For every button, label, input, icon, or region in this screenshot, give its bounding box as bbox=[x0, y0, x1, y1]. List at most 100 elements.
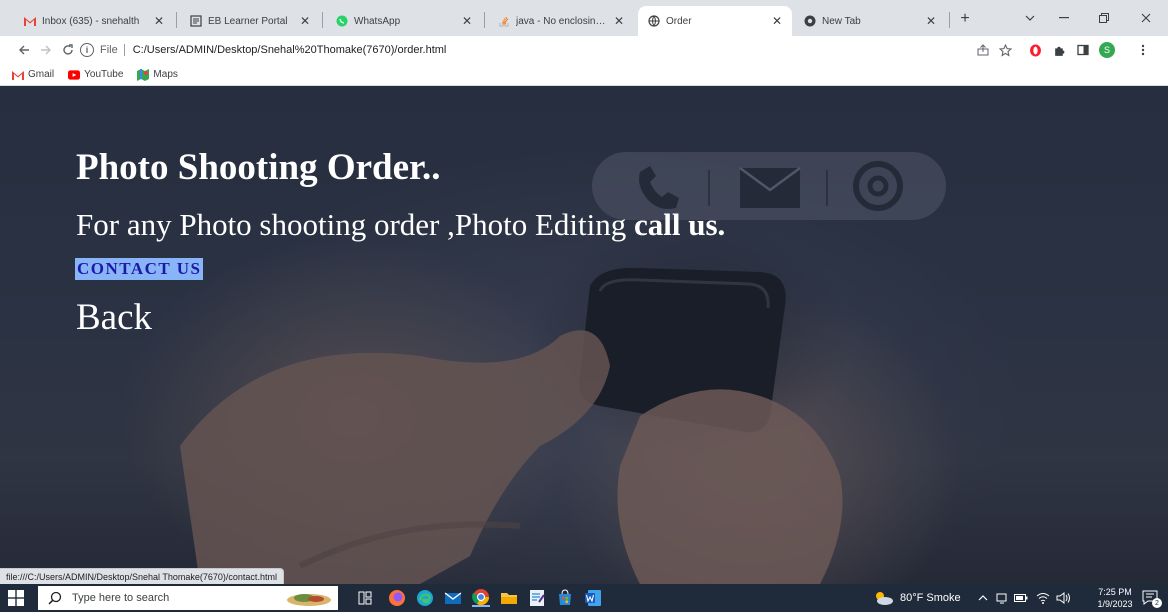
bookmark-star-button[interactable] bbox=[996, 41, 1014, 59]
bookmarks-bar: Gmail YouTube Maps bbox=[0, 64, 1168, 86]
tab-inbox[interactable]: Inbox (635) - snehalth ✕ bbox=[14, 6, 174, 36]
subtitle-emphasis: call us. bbox=[634, 207, 726, 242]
arrow-left-icon bbox=[19, 45, 29, 55]
kebab-menu-icon bbox=[1141, 44, 1145, 56]
page-viewport: Photo Shooting Order.. For any Photo sho… bbox=[0, 86, 1168, 584]
tab-label: java - No enclosing in bbox=[516, 15, 608, 27]
puzzle-icon bbox=[1054, 46, 1064, 56]
close-icon[interactable]: ✕ bbox=[460, 14, 474, 28]
tab-label: WhatsApp bbox=[354, 15, 401, 27]
tab-strip: Inbox (635) - snehalth ✕ EB Learner Port… bbox=[0, 0, 1168, 36]
address-divider bbox=[123, 44, 125, 56]
action-center-button[interactable]: 2 bbox=[1142, 584, 1162, 612]
chrome-icon bbox=[804, 15, 816, 27]
tray-wifi[interactable] bbox=[1036, 584, 1050, 612]
tab-divider bbox=[949, 12, 950, 28]
taskbar-edge[interactable] bbox=[416, 589, 434, 607]
forward-button[interactable] bbox=[36, 40, 56, 60]
back-link[interactable]: Back bbox=[76, 296, 152, 339]
tab-divider bbox=[322, 12, 323, 28]
side-panel-icon bbox=[1077, 44, 1089, 56]
show-hidden-icons-button[interactable] bbox=[978, 584, 988, 612]
close-icon[interactable]: ✕ bbox=[612, 14, 626, 28]
gmail-icon bbox=[24, 15, 36, 27]
close-icon[interactable]: ✕ bbox=[298, 14, 312, 28]
minimize-button[interactable] bbox=[1050, 8, 1078, 28]
task-view-button[interactable] bbox=[356, 589, 374, 607]
chevron-down-icon bbox=[1025, 15, 1035, 21]
window-close-button[interactable] bbox=[1132, 8, 1160, 28]
bookmark-label: Gmail bbox=[28, 69, 55, 80]
close-icon[interactable]: ✕ bbox=[770, 14, 784, 28]
word-icon bbox=[585, 590, 601, 606]
tab-search-button[interactable] bbox=[1016, 8, 1044, 28]
taskbar-file-explorer[interactable] bbox=[500, 589, 518, 607]
tray-volume[interactable] bbox=[1056, 584, 1072, 612]
bookmark-maps[interactable]: Maps bbox=[137, 68, 178, 81]
maps-icon bbox=[137, 68, 150, 81]
bookmark-youtube[interactable]: YouTube bbox=[68, 69, 123, 80]
site-scheme-label: File bbox=[100, 44, 118, 56]
tray-battery[interactable] bbox=[1014, 584, 1028, 612]
minimize-icon bbox=[1059, 17, 1069, 19]
task-view-icon bbox=[358, 591, 372, 605]
taskbar-clock[interactable]: 7:25 PM 1/9/2023 bbox=[1093, 586, 1137, 610]
share-button[interactable] bbox=[974, 41, 992, 59]
portal-icon bbox=[190, 15, 202, 27]
taskbar-chrome[interactable] bbox=[472, 589, 490, 607]
tab-learner-portal[interactable]: EB Learner Portal ✕ bbox=[180, 6, 320, 36]
tab-label: New Tab bbox=[822, 15, 861, 27]
share-icon bbox=[977, 44, 989, 56]
extensions-button[interactable] bbox=[1050, 41, 1068, 59]
tab-label: EB Learner Portal bbox=[208, 15, 288, 27]
tray-meet-now[interactable] bbox=[996, 584, 1008, 612]
star-icon bbox=[998, 43, 1012, 57]
new-tab-button[interactable]: + bbox=[956, 10, 974, 28]
menu-button[interactable] bbox=[1134, 41, 1152, 59]
taskbar-mail[interactable] bbox=[444, 589, 462, 607]
back-button[interactable] bbox=[14, 40, 34, 60]
battery-icon bbox=[1014, 594, 1028, 602]
close-icon bbox=[1141, 13, 1151, 23]
close-icon[interactable]: ✕ bbox=[924, 14, 938, 28]
windows-start-icon[interactable] bbox=[8, 590, 24, 606]
info-icon[interactable]: i bbox=[80, 43, 94, 57]
status-bar-url: file:///C:/Users/ADMIN/Desktop/Snehal Th… bbox=[0, 568, 284, 584]
search-highlight-icon bbox=[287, 594, 331, 606]
taskbar-store[interactable] bbox=[556, 589, 574, 607]
restore-button[interactable] bbox=[1090, 8, 1118, 28]
taskbar-firefox[interactable] bbox=[388, 589, 406, 607]
store-icon bbox=[559, 589, 571, 605]
url-text[interactable]: C:/Users/ADMIN/Desktop/Snehal%20Thomake(… bbox=[133, 44, 447, 56]
taskbar-word[interactable] bbox=[584, 589, 602, 607]
tab-whatsapp[interactable]: WhatsApp ✕ bbox=[326, 6, 482, 36]
subtitle-text: For any Photo shooting order ,Photo Edit… bbox=[76, 207, 634, 242]
notepad-icon bbox=[530, 590, 545, 606]
reload-button[interactable] bbox=[58, 40, 78, 60]
side-panel-button[interactable] bbox=[1074, 41, 1092, 59]
wifi-icon bbox=[1036, 593, 1050, 604]
bookmark-gmail[interactable]: Gmail bbox=[12, 69, 54, 80]
clock-time: 7:25 PM bbox=[1098, 587, 1132, 597]
page-subtitle: For any Photo shooting order ,Photo Edit… bbox=[76, 207, 725, 243]
contact-us-link[interactable]: CONTACT US bbox=[75, 258, 204, 280]
opera-extension-button[interactable] bbox=[1026, 41, 1044, 59]
profile-avatar[interactable]: S bbox=[1098, 41, 1116, 59]
chevron-up-icon bbox=[978, 595, 988, 601]
firefox-icon bbox=[389, 590, 405, 606]
taskbar-notepad-app[interactable] bbox=[528, 589, 546, 607]
tab-java-question[interactable]: java - No enclosing in ✕ bbox=[488, 6, 634, 36]
arrow-right-icon bbox=[41, 45, 51, 55]
address-bar[interactable]: i File C:/Users/ADMIN/Desktop/Snehal%20T… bbox=[80, 39, 1120, 61]
edge-icon bbox=[417, 590, 433, 606]
youtube-icon bbox=[68, 69, 81, 80]
weather-widget[interactable]: 80°F Smoke bbox=[872, 584, 961, 612]
chrome-icon bbox=[472, 589, 490, 606]
notification-count-badge: 2 bbox=[1152, 598, 1162, 608]
tab-new-tab[interactable]: New Tab ✕ bbox=[794, 6, 946, 36]
tab-order[interactable]: Order ✕ bbox=[638, 6, 792, 36]
tab-label: Order bbox=[666, 15, 692, 27]
close-icon[interactable]: ✕ bbox=[152, 14, 166, 28]
taskbar-search-box[interactable]: Type here to search bbox=[38, 586, 338, 610]
folder-icon bbox=[501, 593, 517, 604]
